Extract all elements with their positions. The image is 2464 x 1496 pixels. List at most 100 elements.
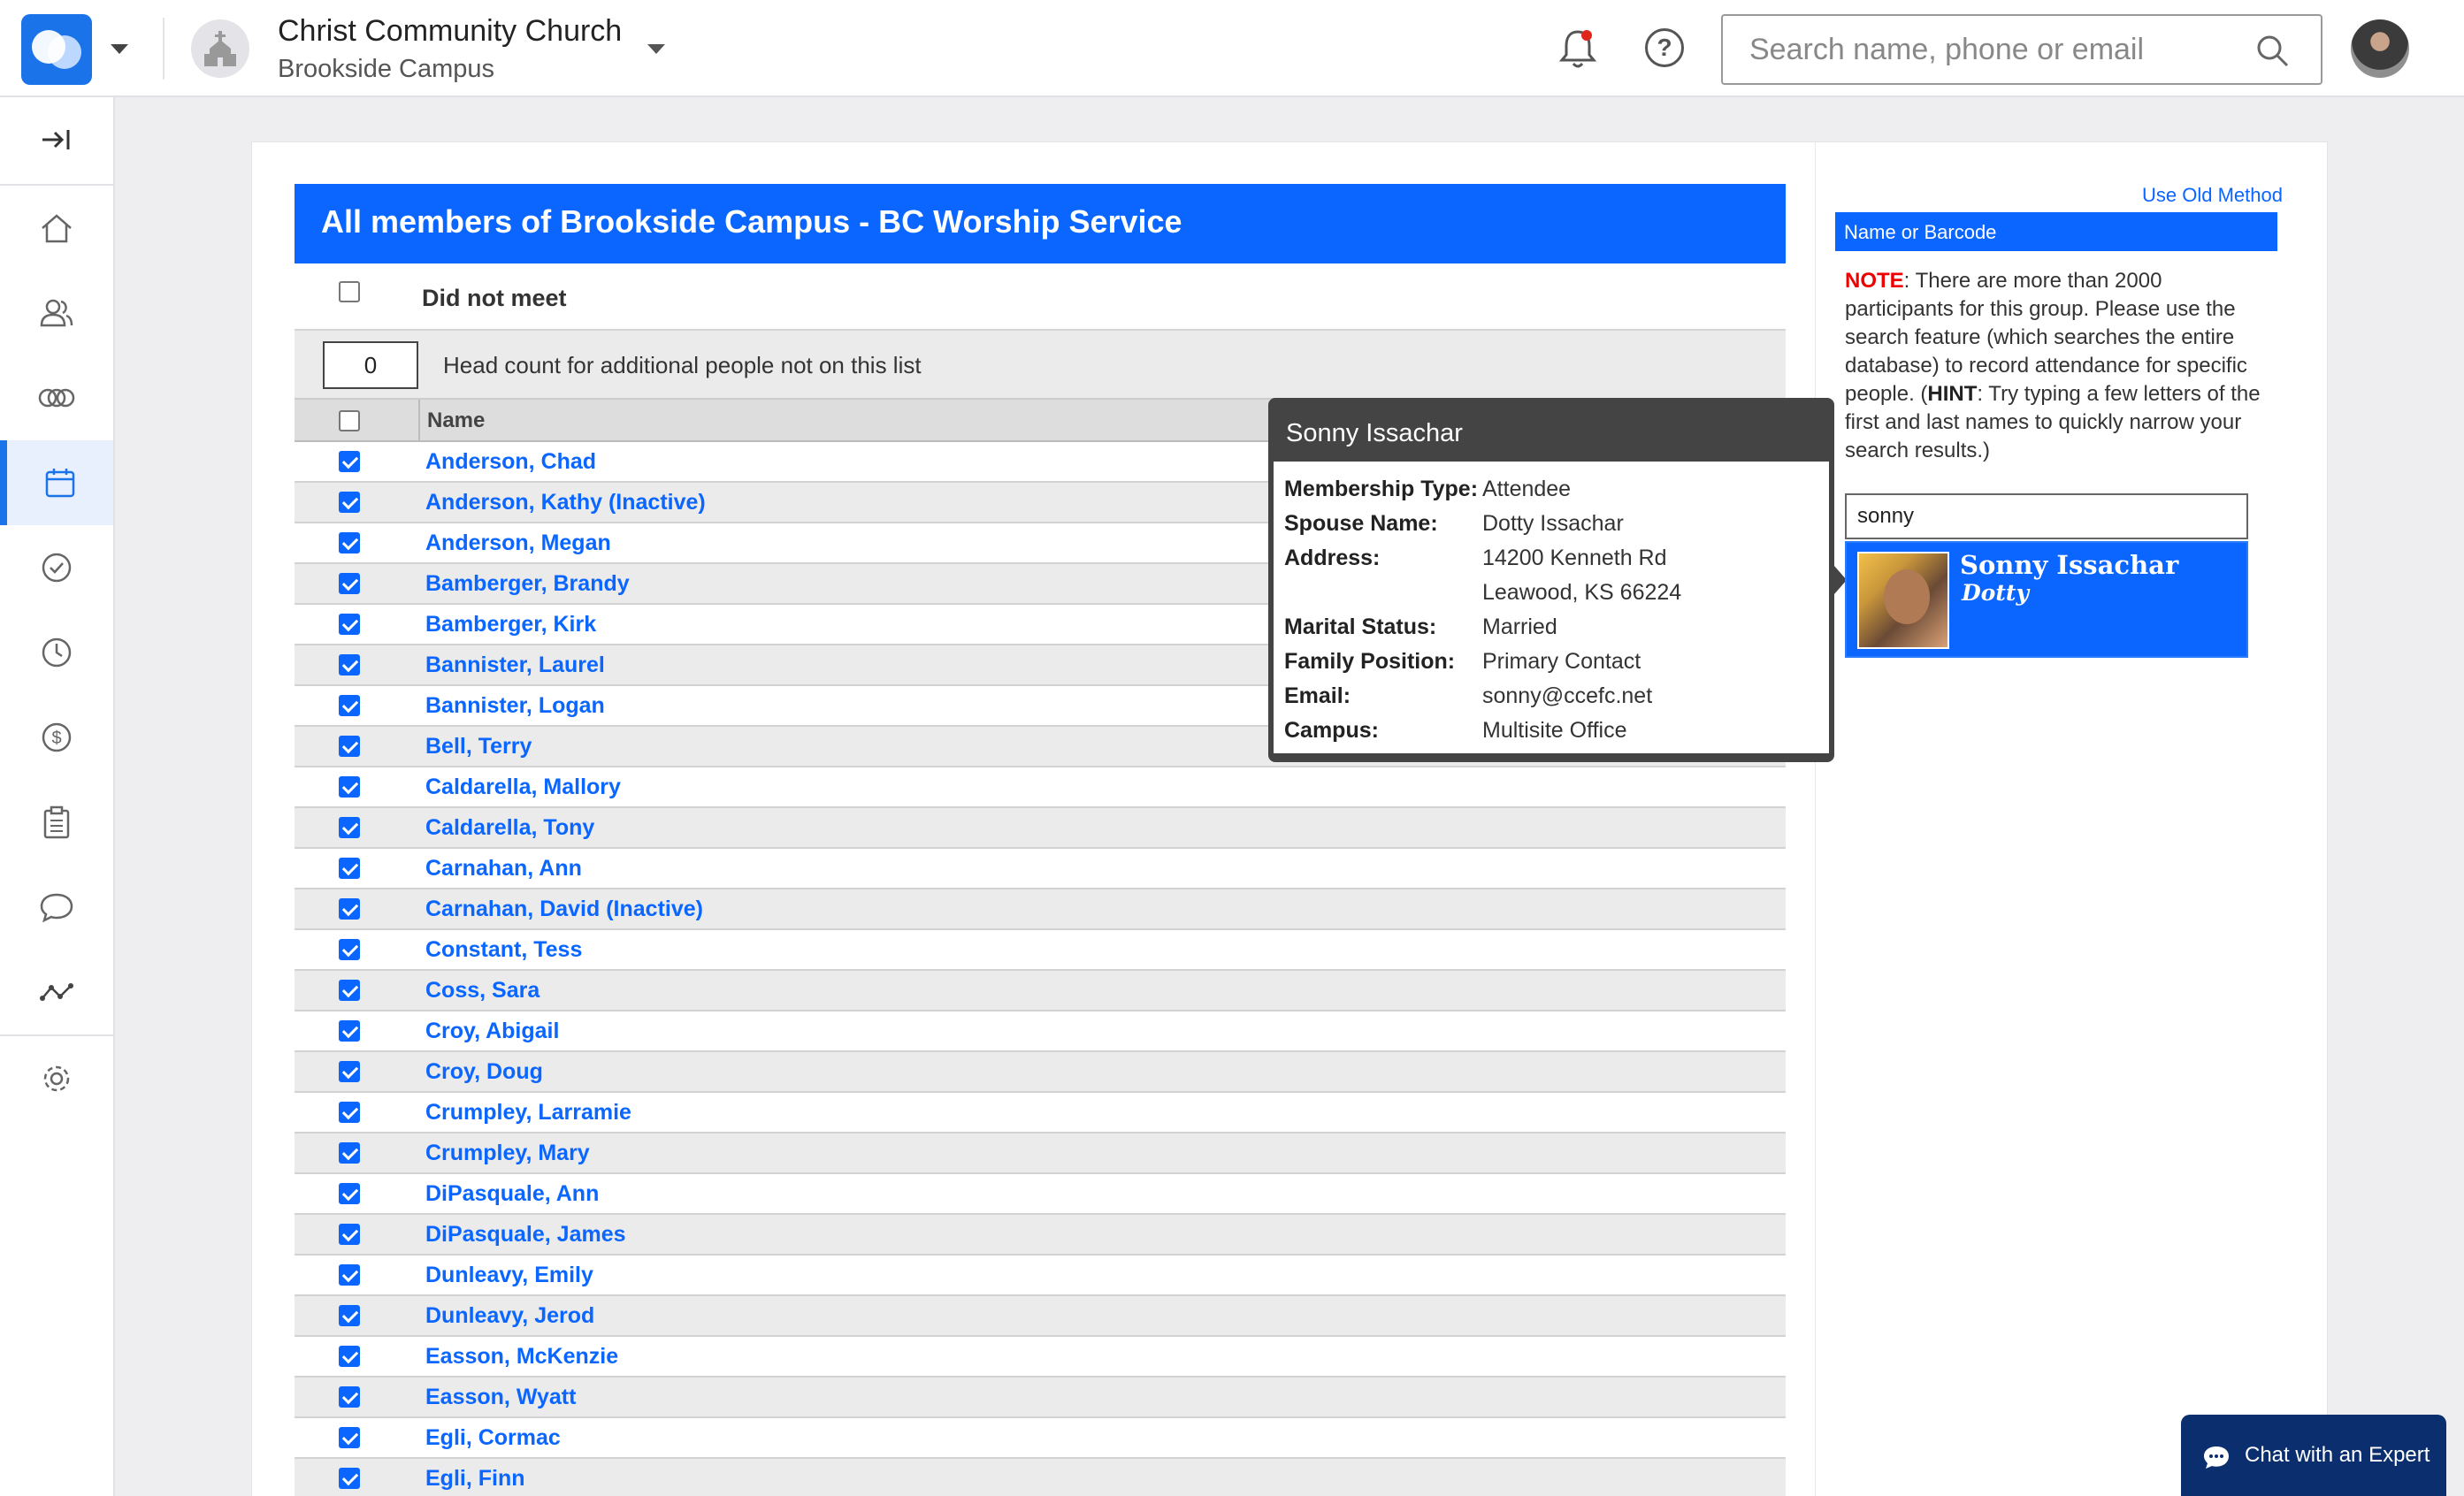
member-name-link[interactable]: Anderson, Megan: [425, 530, 611, 556]
member-name-link[interactable]: Crumpley, Larramie: [425, 1100, 631, 1126]
campus-name[interactable]: Brookside Campus: [278, 55, 494, 84]
sidebar-calendar-icon[interactable]: [0, 440, 113, 525]
member-name-link[interactable]: Carnahan, David (Inactive): [425, 897, 703, 922]
global-search[interactable]: [1721, 14, 2322, 85]
member-name-link[interactable]: Bannister, Logan: [425, 693, 605, 719]
hint-label: HINT: [1927, 382, 1978, 406]
chat-bubble-icon: [2204, 1446, 2229, 1469]
did-not-meet-checkbox[interactable]: [339, 281, 360, 302]
field-value: Attendee: [1482, 477, 1572, 501]
member-name-link[interactable]: Easson, McKenzie: [425, 1344, 618, 1370]
attendance-checkbox[interactable]: [339, 776, 360, 798]
attendance-checkbox[interactable]: [339, 1183, 360, 1204]
did-not-meet-label: Did not meet: [422, 285, 567, 311]
attendance-checkbox[interactable]: [339, 654, 360, 675]
sidebar-dollar-icon[interactable]: $: [0, 695, 113, 780]
top-bar: Christ Community Church Brookside Campus…: [0, 0, 2464, 97]
sidebar-clipboard-icon[interactable]: [0, 780, 113, 865]
sidebar-groups-icon[interactable]: [0, 355, 113, 440]
table-row: Constant, Tess: [295, 930, 1786, 971]
sidebar-home-icon[interactable]: [0, 186, 113, 271]
member-name-link[interactable]: Anderson, Kathy (Inactive): [425, 490, 706, 515]
sidebar-people-icon[interactable]: [0, 271, 113, 355]
attendance-checkbox[interactable]: [339, 1264, 360, 1286]
field-value: 14200 Kenneth Rd: [1482, 546, 1667, 570]
attendance-checkbox[interactable]: [339, 614, 360, 635]
sidebar-chat-icon[interactable]: [0, 865, 113, 950]
member-name-link[interactable]: Dunleavy, Emily: [425, 1263, 593, 1288]
select-all-checkbox[interactable]: [339, 410, 360, 431]
attendance-checkbox[interactable]: [339, 451, 360, 472]
member-name-link[interactable]: Easson, Wyatt: [425, 1385, 576, 1410]
attendance-checkbox[interactable]: [339, 858, 360, 879]
member-name-link[interactable]: Bannister, Laurel: [425, 653, 605, 678]
table-row: Caldarella, Mallory: [295, 767, 1786, 808]
chat-with-expert-button[interactable]: Chat with an Expert: [2181, 1415, 2446, 1496]
popup-field: Email: sonny@ccefc.net: [1284, 679, 1818, 714]
member-name-link[interactable]: Bamberger, Brandy: [425, 571, 630, 597]
member-name-link[interactable]: Egli, Cormac: [425, 1425, 561, 1451]
attendance-checkbox[interactable]: [339, 980, 360, 1001]
use-old-method-link[interactable]: Use Old Method: [2142, 184, 2283, 207]
member-name-link[interactable]: Croy, Abigail: [425, 1019, 559, 1044]
member-name-link[interactable]: Constant, Tess: [425, 937, 582, 963]
attendance-checkbox[interactable]: [339, 1305, 360, 1326]
field-label: Family Position:: [1284, 649, 1456, 674]
attendance-checkbox[interactable]: [339, 736, 360, 757]
table-row: Egli, Finn: [295, 1459, 1786, 1496]
attendance-checkbox[interactable]: [339, 1020, 360, 1042]
member-name-link[interactable]: DiPasquale, James: [425, 1222, 626, 1248]
sidebar-clock-icon[interactable]: [0, 610, 113, 695]
app-logo[interactable]: [21, 14, 92, 85]
attendance-checkbox[interactable]: [339, 939, 360, 960]
help-icon[interactable]: ?: [1645, 28, 1684, 67]
attendance-checkbox[interactable]: [339, 898, 360, 920]
name-column-header[interactable]: Name: [427, 408, 485, 433]
sidebar-collapse-icon[interactable]: [0, 97, 113, 182]
sidebar-gear-icon[interactable]: [0, 1036, 113, 1121]
member-name-link[interactable]: Bell, Terry: [425, 734, 532, 759]
member-name-link[interactable]: Dunleavy, Jerod: [425, 1303, 594, 1329]
attendance-checkbox[interactable]: [339, 1346, 360, 1367]
attendance-checkbox[interactable]: [339, 1142, 360, 1164]
search-result-item[interactable]: Sonny Issachar Dotty: [1845, 541, 2248, 658]
app-switcher-chevron-down-icon[interactable]: [108, 41, 131, 58]
name-barcode-input[interactable]: [1845, 493, 2248, 539]
search-icon[interactable]: [2254, 32, 2292, 75]
church-name[interactable]: Christ Community Church: [278, 14, 622, 49]
member-name-link[interactable]: DiPasquale, Ann: [425, 1181, 599, 1207]
head-count-input[interactable]: 0: [323, 341, 418, 389]
member-name-link[interactable]: Coss, Sara: [425, 978, 539, 1004]
bell-icon[interactable]: [1558, 27, 1597, 75]
user-avatar[interactable]: [2351, 19, 2409, 78]
attendance-checkbox[interactable]: [339, 1427, 360, 1448]
sidebar-analytics-icon[interactable]: [0, 950, 113, 1034]
campus-chevron-down-icon[interactable]: [646, 41, 667, 58]
search-input[interactable]: [1749, 30, 2245, 69]
table-row: Dunleavy, Emily: [295, 1256, 1786, 1296]
attendance-checkbox[interactable]: [339, 1386, 360, 1408]
member-name-link[interactable]: Caldarella, Mallory: [425, 775, 621, 800]
member-name-link[interactable]: Carnahan, Ann: [425, 856, 582, 882]
member-name-link[interactable]: Crumpley, Mary: [425, 1141, 590, 1166]
attendance-checkbox[interactable]: [339, 532, 360, 553]
attendance-checkbox[interactable]: [339, 573, 360, 594]
field-value: Dotty Issachar: [1482, 511, 1624, 536]
sidebar-checkmark-icon[interactable]: [0, 525, 113, 610]
attendance-checkbox[interactable]: [339, 817, 360, 838]
member-name-link[interactable]: Bamberger, Kirk: [425, 612, 596, 637]
attendance-checkbox[interactable]: [339, 1224, 360, 1245]
attendance-checkbox[interactable]: [339, 1102, 360, 1123]
attendance-checkbox[interactable]: [339, 695, 360, 716]
table-row: Easson, Wyatt: [295, 1378, 1786, 1418]
member-name-link[interactable]: Anderson, Chad: [425, 449, 596, 475]
person-details-popup: Sonny Issachar Membership Type: Attendee …: [1268, 398, 1834, 762]
table-row: Crumpley, Mary: [295, 1133, 1786, 1174]
member-name-link[interactable]: Caldarella, Tony: [425, 815, 594, 841]
attendance-checkbox[interactable]: [339, 1468, 360, 1489]
attendance-checkbox[interactable]: [339, 1061, 360, 1082]
attendance-checkbox[interactable]: [339, 492, 360, 513]
member-name-link[interactable]: Croy, Doug: [425, 1059, 543, 1085]
member-name-link[interactable]: Egli, Finn: [425, 1466, 525, 1492]
table-row: DiPasquale, James: [295, 1215, 1786, 1256]
